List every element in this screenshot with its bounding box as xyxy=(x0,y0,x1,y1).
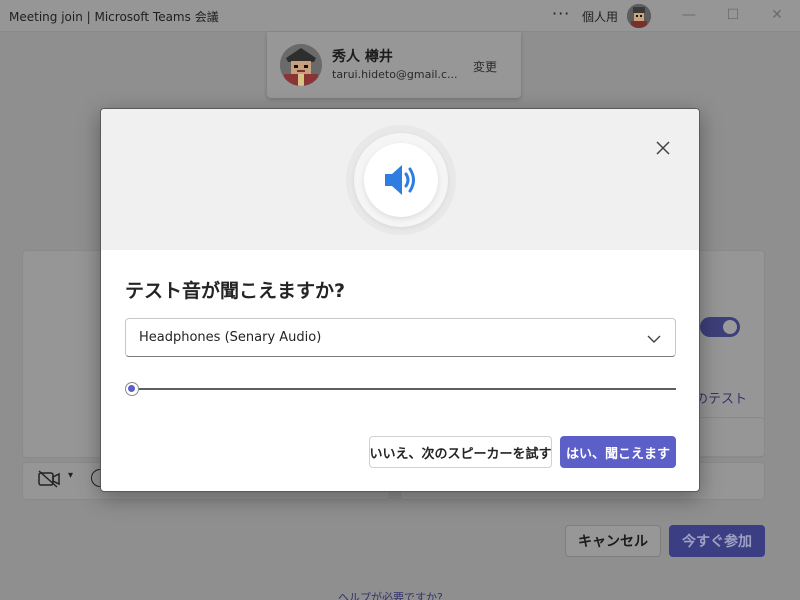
help-link[interactable]: ヘルプが必要ですか? xyxy=(338,589,443,600)
speaker-device-select[interactable]: Headphones (Senary Audio) xyxy=(125,318,676,357)
volume-slider-track[interactable] xyxy=(131,388,676,390)
account-card: 秀人 樽井 tarui.hideto@gmail.c... 変更 xyxy=(267,32,521,98)
try-next-speaker-button[interactable]: いいえ、次のスピーカーを試す xyxy=(369,436,552,468)
title-bar: Meeting join | Microsoft Teams 会議 ··· 個人… xyxy=(0,0,800,32)
chevron-down-icon xyxy=(647,331,661,345)
account-name: 秀人 樽井 xyxy=(332,49,393,65)
close-icon[interactable] xyxy=(651,136,675,160)
avatar[interactable] xyxy=(627,4,651,28)
camera-options-chevron-icon[interactable]: ▾ xyxy=(68,470,73,481)
change-account-link[interactable]: 変更 xyxy=(473,58,497,75)
speaker-volume-icon xyxy=(379,158,423,202)
volume-slider[interactable] xyxy=(125,381,676,397)
account-type-label[interactable]: 個人用 xyxy=(582,8,618,25)
camera-off-icon[interactable] xyxy=(38,470,60,492)
minimize-button[interactable]: — xyxy=(679,7,699,23)
background-toggle[interactable] xyxy=(700,317,740,337)
selected-device: Headphones (Senary Audio) xyxy=(139,330,322,345)
volume-slider-thumb[interactable] xyxy=(125,382,139,396)
join-now-button[interactable]: 今すぐ参加 xyxy=(669,525,765,557)
yes-i-can-hear-button[interactable]: はい、聞こえます xyxy=(560,436,676,468)
dialog-title: テスト音が聞こえますか? xyxy=(125,280,346,302)
more-options-icon[interactable]: ··· xyxy=(552,4,570,23)
dialog-hero xyxy=(101,109,699,250)
speaker-test-dialog: テスト音が聞こえますか? Headphones (Senary Audio) い… xyxy=(100,108,700,492)
account-email: tarui.hideto@gmail.c... xyxy=(332,68,457,81)
window-title: Meeting join | Microsoft Teams 会議 xyxy=(9,10,219,24)
cancel-button[interactable]: キャンセル xyxy=(565,525,661,557)
maximize-button[interactable]: ☐ xyxy=(723,7,743,23)
window-close-button[interactable]: ✕ xyxy=(767,7,787,23)
account-avatar xyxy=(280,44,322,86)
